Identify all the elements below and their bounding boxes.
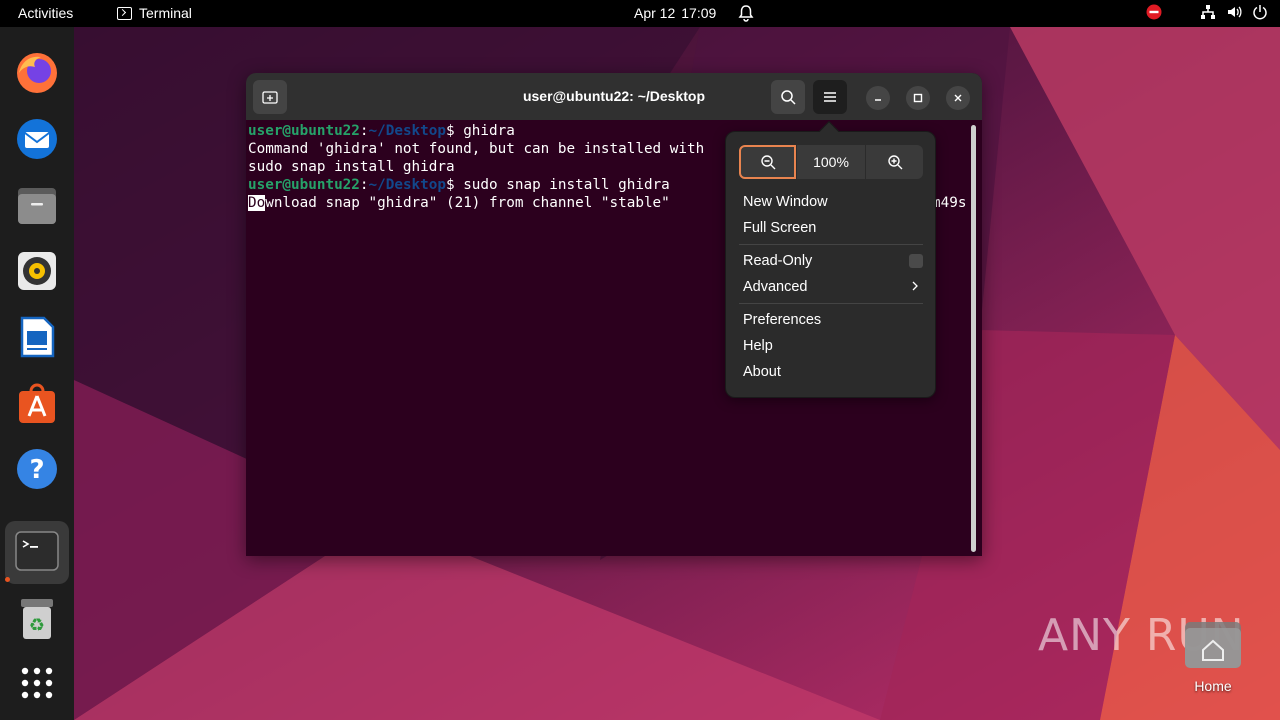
terminal-scrollbar[interactable] <box>971 125 976 552</box>
help-icon[interactable]: ? <box>13 445 61 493</box>
notification-bell-icon <box>738 4 754 25</box>
clock[interactable]: Apr 12 17:09 <box>634 5 716 21</box>
svg-text:?: ? <box>29 455 44 485</box>
menu-item-label: Advanced <box>743 279 808 295</box>
menu-item-new-window[interactable]: New Window <box>743 190 923 214</box>
trash-icon[interactable]: ♻ <box>13 595 61 643</box>
files-icon[interactable] <box>13 181 61 229</box>
main-menu-button[interactable] <box>813 80 847 114</box>
home-folder-icon[interactable] <box>1185 620 1241 668</box>
hamburger-icon <box>824 92 836 102</box>
command-text: ghidra <box>463 123 515 139</box>
zoom-in-button[interactable] <box>866 145 923 179</box>
minimize-button[interactable] <box>866 86 890 110</box>
menu-item-label: Read-Only <box>743 253 813 269</box>
prompt-user: user@ubuntu22 <box>248 123 360 139</box>
dock: ? ♻ <box>0 27 74 720</box>
clock-date: Apr 12 <box>634 5 676 21</box>
minimize-icon <box>875 99 881 101</box>
header-bar: user@ubuntu22: ~/Desktop <box>246 73 982 120</box>
prompt-path: ~/Desktop <box>368 123 446 139</box>
app-menu-label: Terminal <box>139 5 192 21</box>
maximize-icon <box>913 93 923 103</box>
menu-item-about[interactable]: About <box>743 360 923 384</box>
zoom-level-button[interactable]: 100% <box>796 145 866 179</box>
ubuntu-software-icon[interactable] <box>13 379 61 427</box>
prompt-dollar: $ <box>445 177 464 193</box>
download-text: wnload snap "ghidra" (21) from channel "… <box>265 195 670 211</box>
close-button[interactable] <box>946 86 970 110</box>
search-icon <box>781 90 796 105</box>
menu-item-full-screen[interactable]: Full Screen <box>743 216 923 240</box>
terminal-app-icon[interactable] <box>13 527 61 575</box>
terminal-icon <box>117 6 132 20</box>
zoom-out-icon <box>760 155 775 170</box>
zoom-controls: 100% <box>739 145 923 179</box>
libreoffice-writer-icon[interactable] <box>13 313 61 361</box>
power-icon <box>1252 4 1268 23</box>
app-menu[interactable]: Terminal <box>117 5 192 21</box>
read-only-checkbox[interactable] <box>909 254 923 268</box>
system-tray[interactable] <box>1146 4 1268 23</box>
thunderbird-icon[interactable] <box>13 115 61 163</box>
progress-time-fragment: m49s <box>932 195 967 211</box>
menu-item-help[interactable]: Help <box>743 334 923 358</box>
prompt-path: ~/Desktop <box>368 177 446 193</box>
text-cursor: Do <box>248 195 266 211</box>
menu-separator <box>739 244 923 245</box>
prompt-dollar: $ <box>445 123 464 139</box>
maximize-button[interactable] <box>906 86 930 110</box>
menu-item-preferences[interactable]: Preferences <box>743 308 923 332</box>
zoom-out-button[interactable] <box>739 145 796 179</box>
rhythmbox-icon[interactable] <box>13 247 61 295</box>
firefox-icon[interactable] <box>13 49 61 97</box>
clock-time: 17:09 <box>681 5 717 21</box>
close-icon <box>954 94 962 102</box>
running-indicator <box>5 577 10 582</box>
prompt-user: user@ubuntu22 <box>248 177 360 193</box>
volume-icon <box>1226 4 1242 23</box>
network-icon <box>1200 4 1216 23</box>
prompt-separator: : <box>359 123 369 139</box>
home-folder-label: Home <box>1194 678 1232 694</box>
do-not-disturb-icon <box>1146 4 1162 23</box>
zoom-in-icon <box>887 155 902 170</box>
top-bar: Activities Terminal Apr 12 17:09 <box>0 0 1280 27</box>
command-text: sudo snap install ghidra <box>463 177 670 193</box>
search-button[interactable] <box>771 80 805 114</box>
activities-button[interactable]: Activities <box>18 5 73 21</box>
menu-separator <box>739 303 923 304</box>
svg-text:♻: ♻ <box>29 615 45 636</box>
menu-item-read-only[interactable]: Read-Only <box>743 249 923 273</box>
main-menu-popover: 100% New Window Full Screen Read-Only Ad… <box>725 121 936 398</box>
menu-item-advanced[interactable]: Advanced <box>743 275 923 299</box>
show-applications-icon[interactable] <box>13 659 61 707</box>
prompt-separator: : <box>359 177 369 193</box>
chevron-right-icon <box>911 275 919 299</box>
